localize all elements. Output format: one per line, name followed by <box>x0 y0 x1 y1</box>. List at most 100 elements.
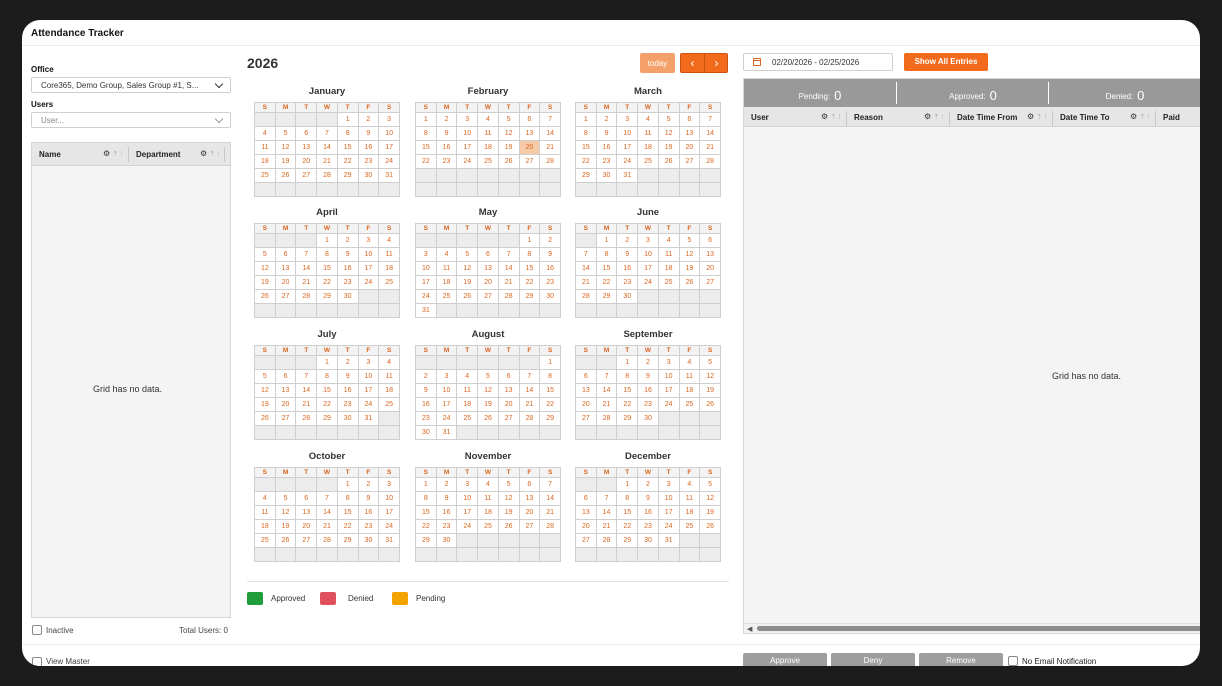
calendar-day[interactable]: 23 <box>357 519 380 534</box>
calendar-day[interactable]: 9 <box>595 126 618 141</box>
calendar-day[interactable]: 3 <box>357 355 380 370</box>
calendar-day[interactable]: 30 <box>595 168 618 183</box>
calendar-day[interactable]: 11 <box>254 140 276 155</box>
calendar-day[interactable]: 7 <box>699 112 721 127</box>
calendar-day[interactable]: 30 <box>637 411 659 426</box>
calendar-day[interactable]: 7 <box>595 369 618 384</box>
calendar-day[interactable]: 26 <box>274 168 297 183</box>
calendar-day[interactable]: 10 <box>415 261 437 276</box>
department-column-options[interactable]: ⚙ ⇡ ⁝ <box>200 149 220 158</box>
calendar-day[interactable]: 12 <box>254 383 276 398</box>
calendar-day[interactable]: 9 <box>336 247 359 262</box>
column-divider[interactable] <box>846 111 847 126</box>
calendar-day[interactable]: 11 <box>254 505 276 520</box>
calendar-day[interactable]: 12 <box>456 261 479 276</box>
calendar-day[interactable]: 7 <box>295 247 318 262</box>
calendar-day[interactable]: 21 <box>497 275 520 290</box>
calendar-day[interactable]: 4 <box>435 247 458 262</box>
sort-icon[interactable]: ⇡ <box>830 114 836 121</box>
calendar-day[interactable]: 10 <box>637 247 659 262</box>
calendar-day[interactable]: 25 <box>678 519 701 534</box>
inactive-checkbox[interactable] <box>32 625 42 635</box>
calendar-day[interactable]: 13 <box>575 505 597 520</box>
calendar-day[interactable]: 23 <box>637 519 659 534</box>
calendar-day[interactable]: 16 <box>357 140 380 155</box>
calendar-day[interactable]: 2 <box>595 112 618 127</box>
calendar-day[interactable]: 17 <box>637 261 659 276</box>
calendar-day[interactable]: 16 <box>637 505 659 520</box>
calendar-day[interactable]: 3 <box>378 112 400 127</box>
calendar-day[interactable]: 14 <box>295 383 318 398</box>
calendar-day[interactable]: 21 <box>699 140 721 155</box>
calendar-day[interactable]: 1 <box>518 233 541 248</box>
show-all-entries-button[interactable]: Show All Entries <box>904 53 988 71</box>
calendar-day[interactable]: 26 <box>699 397 721 412</box>
scroll-left-icon[interactable]: ◀ <box>747 625 752 633</box>
calendar-day[interactable]: 14 <box>595 505 618 520</box>
reason-column-options[interactable]: ⚙ ⇡ ⁝ <box>924 112 944 121</box>
column-header-department[interactable]: Department <box>136 150 180 159</box>
column-divider[interactable] <box>949 111 950 126</box>
calendar-day[interactable]: 14 <box>497 261 520 276</box>
calendar-day[interactable]: 19 <box>657 140 680 155</box>
calendar-day[interactable]: 7 <box>595 491 618 506</box>
calendar-day[interactable]: 25 <box>456 411 479 426</box>
calendar-day[interactable]: 3 <box>435 369 458 384</box>
calendar-day[interactable]: 28 <box>518 411 541 426</box>
calendar-day[interactable]: 23 <box>357 154 380 169</box>
deny-button[interactable]: Deny <box>831 653 915 666</box>
calendar-day[interactable]: 13 <box>477 261 499 276</box>
calendar-day[interactable]: 30 <box>435 533 458 548</box>
calendar-day[interactable]: 22 <box>539 397 561 412</box>
calendar-day[interactable]: 29 <box>415 533 437 548</box>
calendar-day[interactable]: 8 <box>336 491 359 506</box>
calendar-day[interactable]: 10 <box>616 126 639 141</box>
calendar-day[interactable]: 9 <box>435 491 458 506</box>
calendar-day[interactable]: 27 <box>678 154 701 169</box>
calendar-day[interactable]: 8 <box>336 126 359 141</box>
calendar-day[interactable]: 18 <box>378 261 400 276</box>
calendar-day[interactable]: 1 <box>316 355 338 370</box>
calendar-day[interactable]: 26 <box>497 154 520 169</box>
calendar-day[interactable]: 25 <box>254 168 276 183</box>
calendar-day[interactable]: 17 <box>456 505 479 520</box>
calendar-day[interactable]: 16 <box>415 397 437 412</box>
calendar-day[interactable]: 27 <box>575 533 597 548</box>
calendar-day[interactable]: 11 <box>477 491 499 506</box>
calendar-day[interactable]: 12 <box>699 491 721 506</box>
calendar-day[interactable]: 2 <box>539 233 561 248</box>
calendar-day[interactable]: 29 <box>616 411 639 426</box>
calendar-day[interactable]: 6 <box>274 369 297 384</box>
calendar-day[interactable]: 6 <box>699 233 721 248</box>
calendar-day[interactable]: 10 <box>378 491 400 506</box>
calendar-day[interactable]: 10 <box>435 383 458 398</box>
calendar-day[interactable]: 27 <box>497 411 520 426</box>
calendar-day[interactable]: 2 <box>637 355 659 370</box>
calendar-day[interactable]: 29 <box>616 533 639 548</box>
calendar-day[interactable]: 30 <box>616 289 639 304</box>
calendar-day[interactable]: 24 <box>616 154 639 169</box>
calendar-day[interactable]: 25 <box>637 154 659 169</box>
calendar-day[interactable]: 2 <box>435 477 458 492</box>
calendar-day[interactable]: 10 <box>456 126 479 141</box>
calendar-day[interactable]: 27 <box>274 411 297 426</box>
calendar-day[interactable]: 17 <box>357 261 380 276</box>
calendar-day[interactable]: 2 <box>336 233 359 248</box>
calendar-day[interactable]: 18 <box>254 519 276 534</box>
calendar-day[interactable]: 12 <box>678 247 701 262</box>
calendar-day[interactable]: 14 <box>575 261 597 276</box>
calendar-day[interactable]: 4 <box>456 369 479 384</box>
column-header-user[interactable]: User <box>751 113 769 122</box>
calendar-day[interactable]: 13 <box>497 383 520 398</box>
calendar-day[interactable]: 10 <box>657 369 680 384</box>
calendar-day[interactable]: 20 <box>477 275 499 290</box>
calendar-day[interactable]: 16 <box>595 140 618 155</box>
calendar-day[interactable]: 22 <box>616 519 639 534</box>
calendar-day[interactable]: 17 <box>357 383 380 398</box>
calendar-day[interactable]: 5 <box>274 126 297 141</box>
calendar-day[interactable]: 15 <box>316 383 338 398</box>
calendar-day[interactable]: 5 <box>274 491 297 506</box>
calendar-day[interactable]: 18 <box>678 505 701 520</box>
calendar-day[interactable]: 2 <box>357 477 380 492</box>
calendar-day[interactable]: 18 <box>435 275 458 290</box>
